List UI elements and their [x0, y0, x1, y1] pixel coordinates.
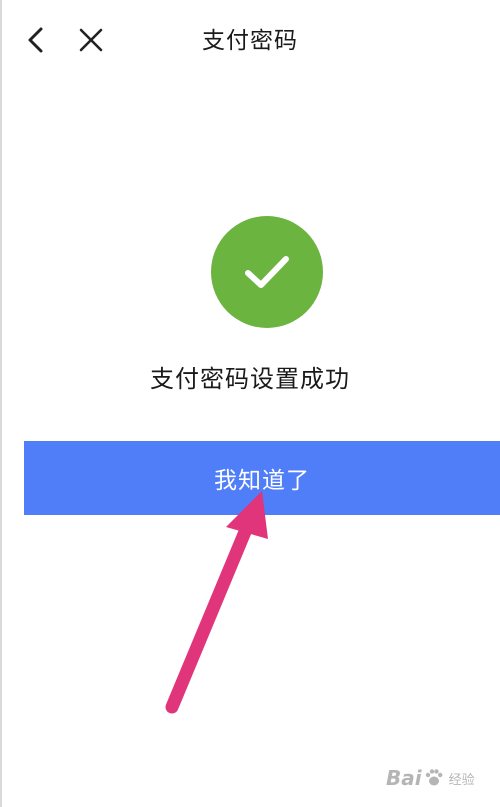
checkmark-icon — [245, 256, 289, 288]
watermark-text-jingyan: 经验 — [448, 772, 475, 788]
confirm-button[interactable]: 我知道了 — [24, 441, 500, 515]
annotation-arrow-icon — [165, 491, 268, 714]
left-edge-divider — [0, 0, 2, 807]
success-message: 支付密码设置成功 — [150, 365, 350, 393]
page-title: 支付密码 — [202, 28, 298, 54]
check-circle-icon — [211, 216, 323, 328]
nav-header: 支付密码 — [0, 0, 500, 84]
watermark-text-bai: Bai — [386, 766, 422, 790]
paw-icon — [425, 769, 443, 786]
baidu-jingyan-watermark: Bai 经验 — [386, 756, 498, 800]
